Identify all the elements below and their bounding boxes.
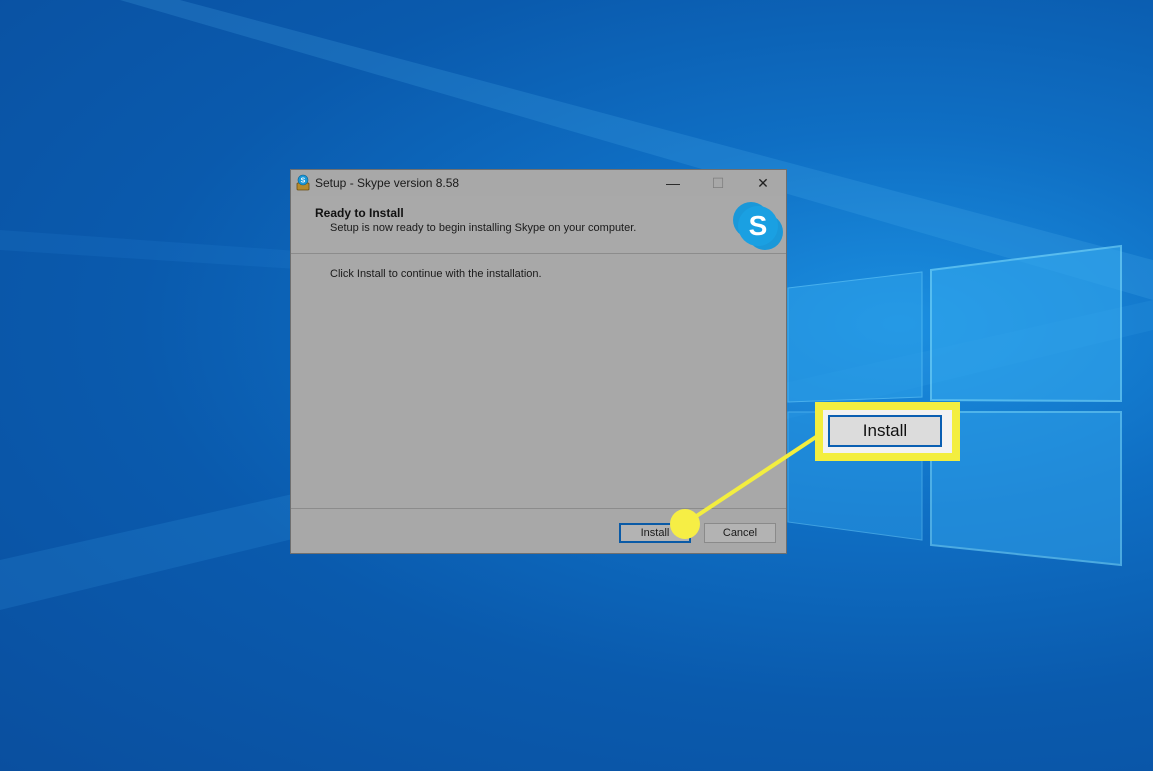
close-button[interactable]: ✕ [741,170,785,196]
skype-setup-icon: S [296,174,310,191]
close-icon: ✕ [757,174,769,191]
minimize-icon: — [666,175,680,191]
title-bar[interactable]: S Setup - Skype version 8.58 — ☐ ✕ [291,170,786,196]
skype-logo-icon: S [733,202,783,250]
callout-install-button: Install [828,415,942,447]
window-title: Setup - Skype version 8.58 [315,176,460,190]
page-title: Ready to Install [315,206,404,220]
cancel-button[interactable]: Cancel [704,523,776,543]
desktop: S Setup - Skype version 8.58 — ☐ ✕ Ready… [0,0,1153,771]
maximize-button[interactable]: ☐ [696,170,740,196]
minimize-button[interactable]: — [651,170,695,196]
header-panel: Ready to Install Setup is now ready to b… [291,196,786,254]
callout-pointer-dot [670,509,700,539]
setup-dialog: S Setup - Skype version 8.58 — ☐ ✕ Ready… [290,169,787,554]
page-subtitle: Setup is now ready to begin installing S… [330,222,637,234]
install-callout: Install [815,402,960,461]
install-message: Click Install to continue with the insta… [330,268,542,280]
maximize-icon: ☐ [711,174,725,191]
footer-divider [291,508,786,509]
svg-text:S: S [749,210,768,241]
svg-text:S: S [301,178,306,185]
